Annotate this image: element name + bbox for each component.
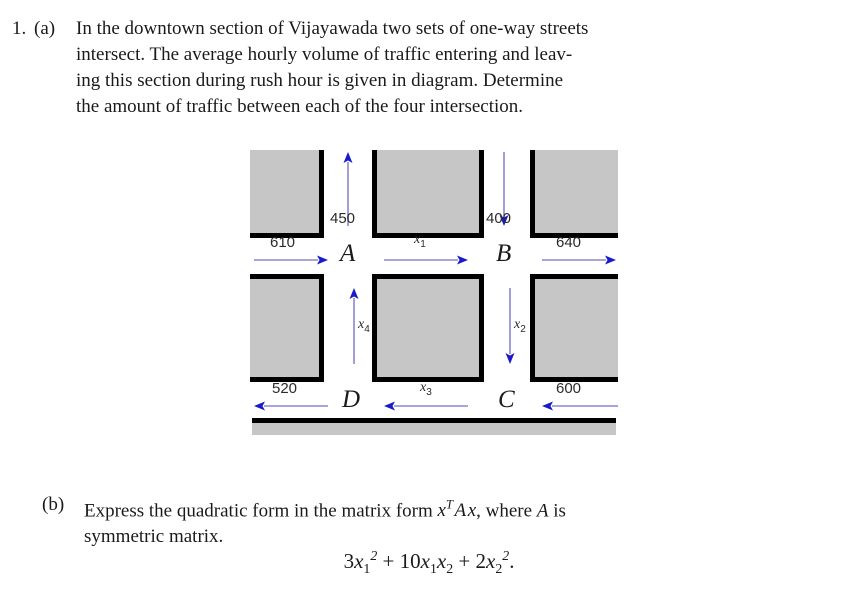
equation-term-2: 10x1x2 (399, 549, 454, 577)
intersection-node-C: C (498, 386, 515, 413)
traffic-flow-diagram: 450 400 610 x1 640 A B x4 x2 520 x3 600 … (250, 150, 618, 445)
problem-1b-post: is (548, 500, 566, 522)
flow-arrow-x3-left (382, 400, 468, 412)
equation-plus-1: + (377, 549, 400, 573)
city-block-bottom-left (250, 274, 324, 382)
math-A: A (536, 500, 549, 522)
flow-arrow-x1-right (384, 254, 470, 266)
city-block-top-left (250, 150, 324, 238)
problem-1b-line-2: symmetric matrix. (84, 526, 224, 548)
problem-1a: 1. (a) In the downtown section of Vijaya… (0, 16, 800, 120)
intersection-node-A: A (340, 240, 356, 267)
flow-label-x3-subscript: 3 (426, 386, 432, 398)
flow-label-640: 640 (556, 234, 582, 251)
problem-1a-line-4: the amount of traffic between each of th… (76, 96, 524, 117)
bottom-street-band (252, 423, 616, 435)
flow-label-x2-subscript: 2 (520, 323, 526, 335)
flow-arrow-600-left (540, 400, 618, 412)
flow-arrow-520-left (252, 400, 328, 412)
problem-1a-line-1: In the downtown section of Vijayawada tw… (76, 18, 589, 39)
problem-1b-line-1: Express the quadratic form in the matrix… (84, 492, 566, 524)
equation-period: . (509, 549, 515, 573)
equation-term-3: 2x22 (475, 548, 510, 577)
city-block-bottom-right (530, 274, 618, 382)
flow-label-x1-subscript: 1 (420, 238, 426, 250)
flow-label-x4: x4 (358, 317, 370, 335)
problem-1a-line-2: intersect. The average hourly volume of … (76, 44, 573, 65)
quadratic-form-equation: 3x12 + 10x1x2 + 2x22. (0, 548, 858, 577)
equation-term-1: 3x12 (343, 548, 378, 577)
problem-1b-mid: , where (476, 500, 537, 522)
math-x-transpose-A-x: xT A x (437, 498, 477, 522)
flow-label-520: 520 (272, 380, 298, 397)
flow-label-x1: x1 (414, 232, 426, 250)
flow-label-x2: x2 (514, 317, 526, 335)
flow-label-610: 610 (270, 234, 296, 251)
problem-number: 1. (12, 18, 27, 39)
flow-label-600: 600 (556, 380, 582, 397)
part-letter-b: (b) (42, 494, 65, 515)
intersection-node-B: B (496, 240, 512, 267)
flow-arrow-640-right (542, 254, 618, 266)
problem-1a-text: In the downtown section of Vijayawada tw… (76, 16, 588, 120)
flow-label-x4-subscript: 4 (364, 323, 370, 335)
flow-arrow-610-right (254, 254, 330, 266)
flow-label-400: 400 (486, 210, 512, 227)
part-letter-a: (a) (34, 18, 56, 39)
flow-label-x3: x3 (420, 380, 432, 398)
flow-label-450: 450 (330, 210, 356, 227)
intersection-node-D: D (342, 386, 361, 413)
city-block-bottom-middle (372, 274, 484, 382)
city-block-top-right (530, 150, 618, 238)
problem-1a-line-3: ing this section during rush hour is giv… (76, 70, 564, 91)
equation-plus-2: + (453, 549, 476, 573)
city-block-top-middle (372, 150, 484, 238)
problem-1b-text: Express the quadratic form in the matrix… (84, 492, 566, 550)
problem-1b-pre: Express the quadratic form in the matrix… (84, 500, 438, 522)
problem-1b: (b) Express the quadratic form in the ma… (42, 492, 802, 550)
